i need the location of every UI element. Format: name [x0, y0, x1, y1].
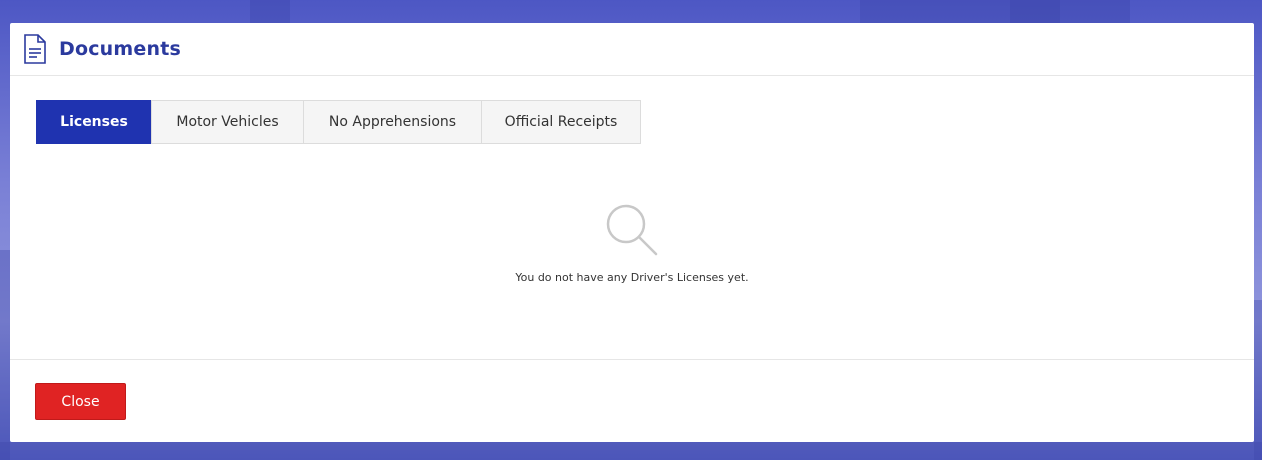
- empty-state-message: You do not have any Driver's Licenses ye…: [515, 271, 749, 284]
- search-icon: [604, 202, 660, 258]
- documents-modal: Documents Licenses Motor Vehicles No App…: [10, 23, 1254, 442]
- empty-state: You do not have any Driver's Licenses ye…: [10, 202, 1254, 284]
- tab-motor-vehicles[interactable]: Motor Vehicles: [151, 100, 304, 144]
- close-button[interactable]: Close: [35, 383, 126, 420]
- modal-body: Licenses Motor Vehicles No Apprehensions…: [10, 76, 1254, 360]
- tab-official-receipts[interactable]: Official Receipts: [481, 100, 641, 144]
- document-tabs: Licenses Motor Vehicles No Apprehensions…: [36, 100, 641, 144]
- modal-header: Documents: [10, 23, 1254, 76]
- tab-licenses[interactable]: Licenses: [36, 100, 152, 144]
- document-icon: [23, 34, 47, 64]
- tab-no-apprehensions[interactable]: No Apprehensions: [303, 100, 482, 144]
- modal-title: Documents: [59, 38, 182, 60]
- modal-footer: Close: [10, 360, 1254, 441]
